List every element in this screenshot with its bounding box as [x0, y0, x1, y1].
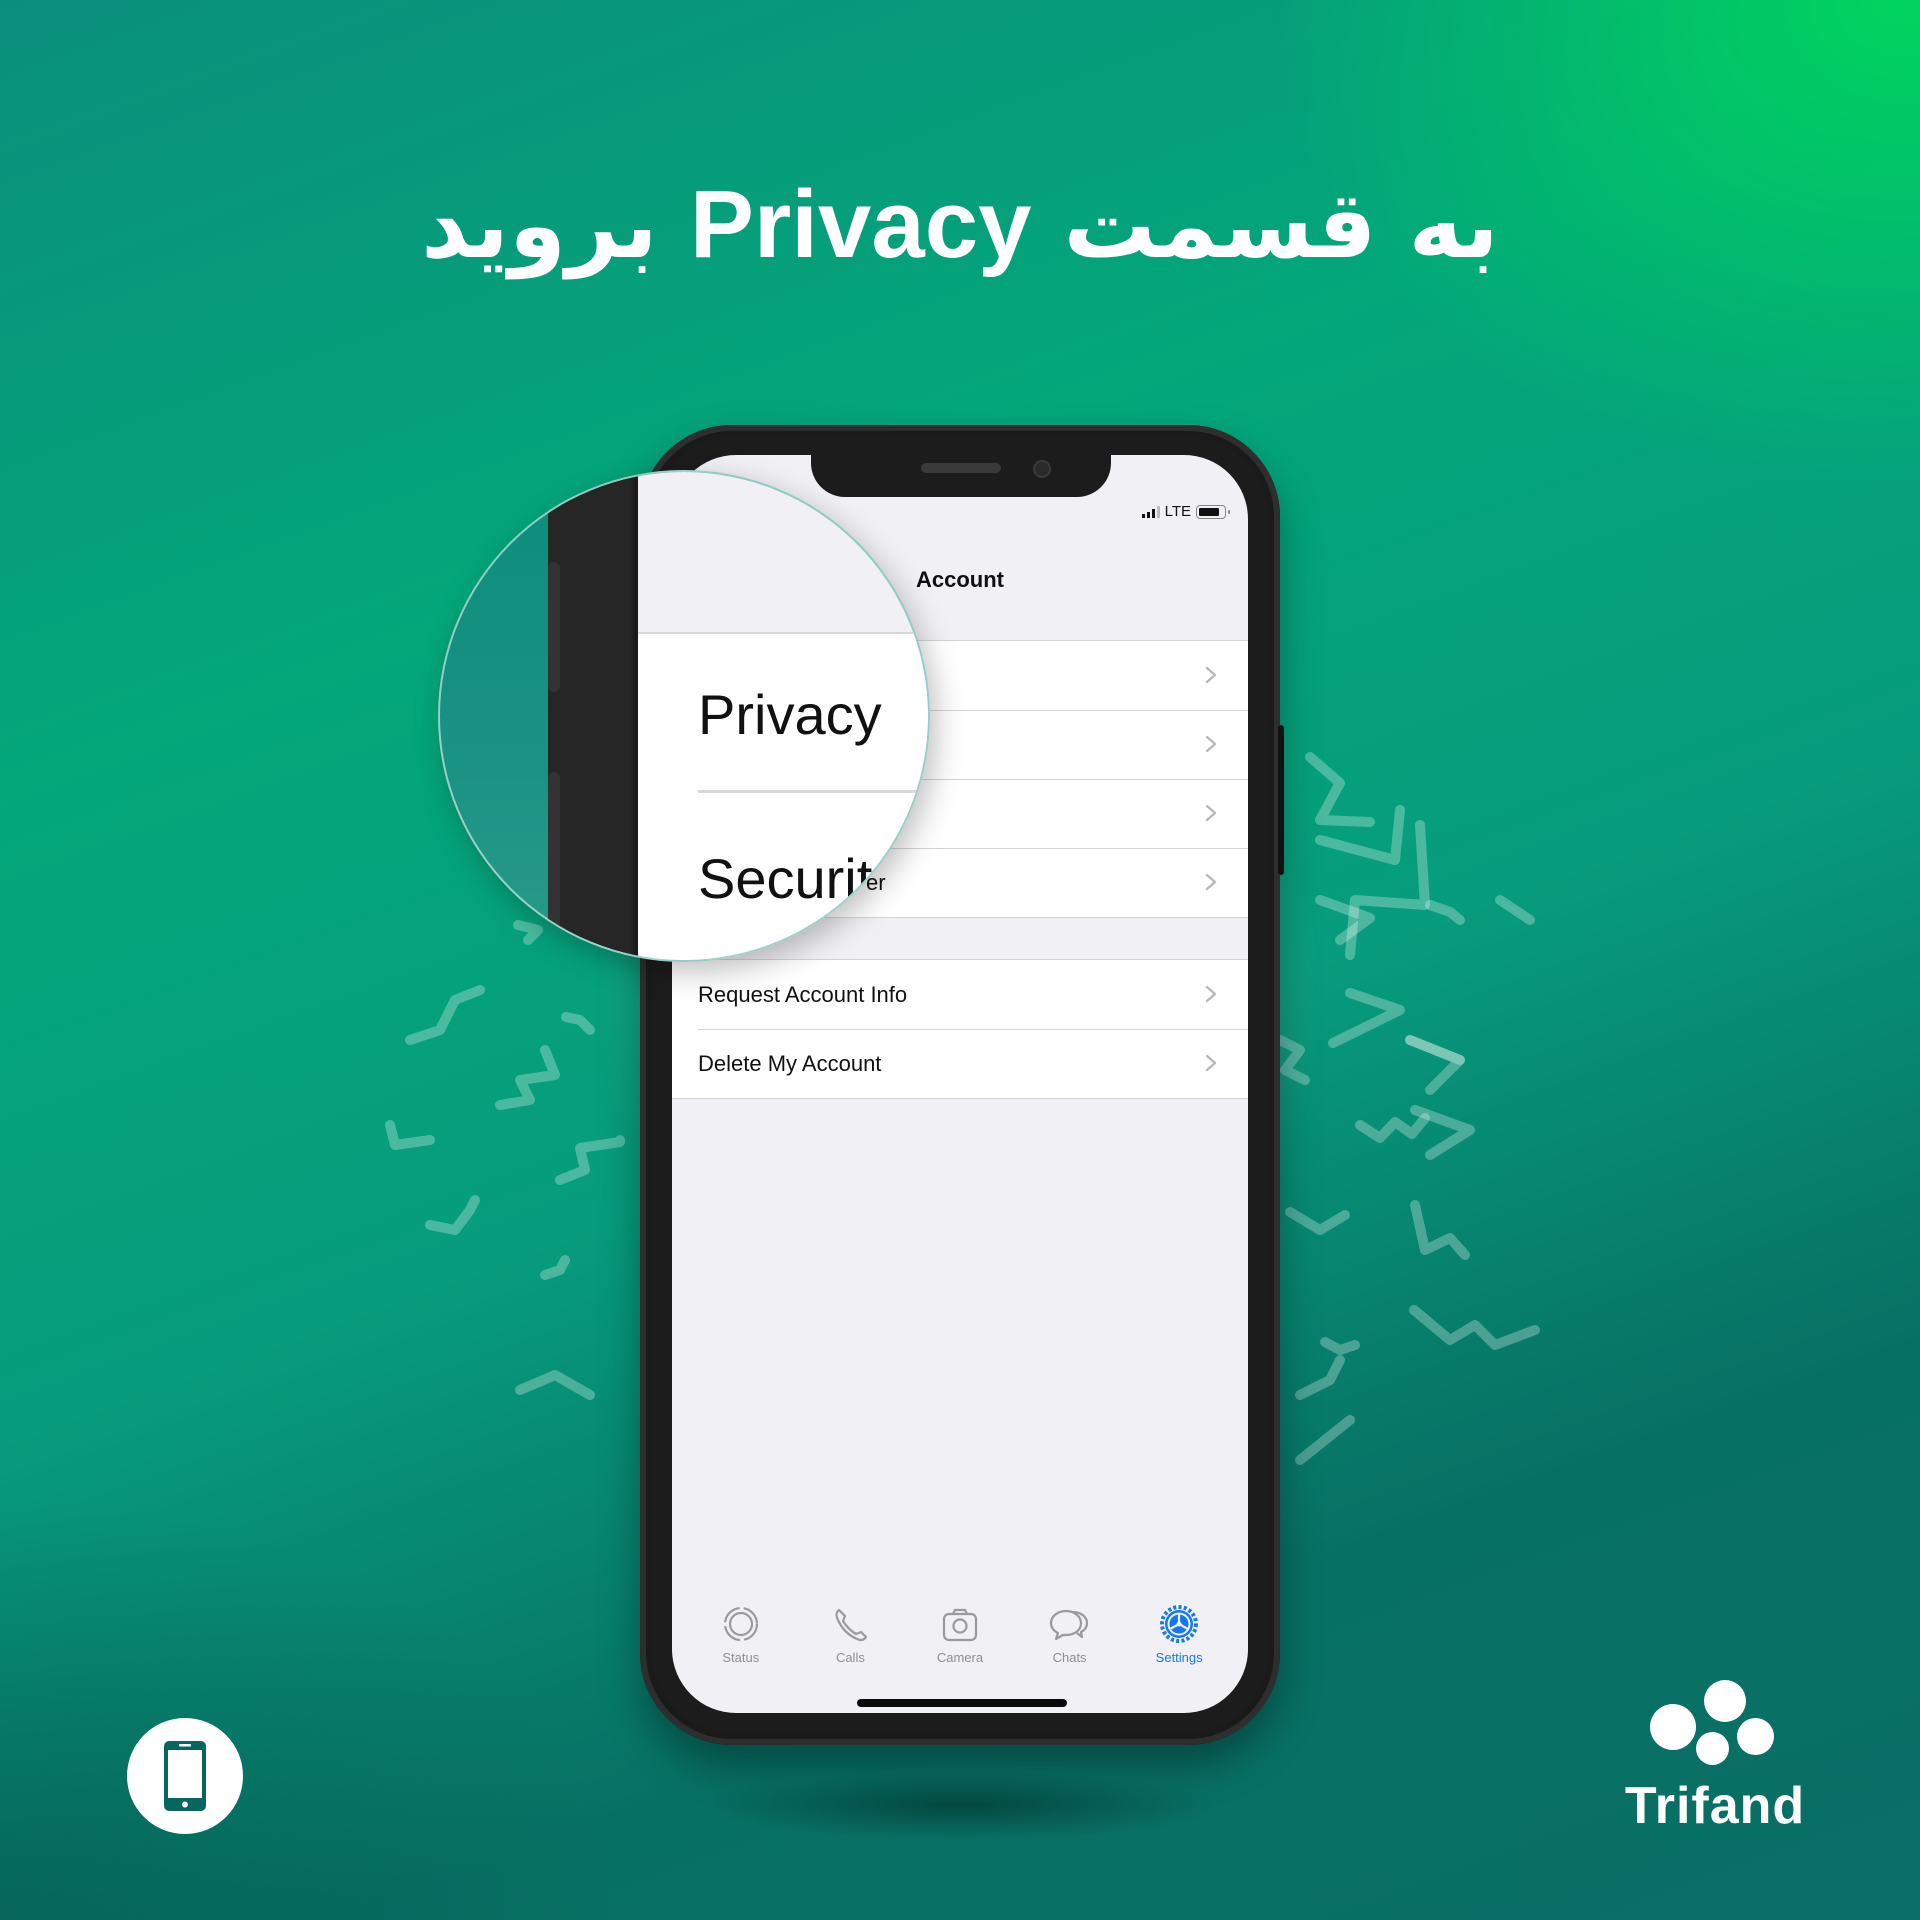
- camera-icon: [942, 1608, 978, 1642]
- tab-camera[interactable]: Camera: [910, 1602, 1010, 1665]
- brand-logo: Trifand: [1610, 1680, 1820, 1836]
- chevron-right-icon: [1205, 804, 1217, 822]
- list-item-request-account-info[interactable]: Request Account Info: [672, 960, 1248, 1029]
- magnified-side-button: [548, 562, 560, 692]
- brand-name: Trifand: [1624, 1777, 1806, 1835]
- tab-label: Camera: [936, 1650, 984, 1665]
- phone-power-button: [1278, 725, 1284, 875]
- chevron-right-icon: [1205, 873, 1217, 891]
- account-data-group: Request Account Info Delete My Account: [672, 959, 1248, 1099]
- headline: به قسمت Privacy بروید: [0, 170, 1920, 280]
- list-item-delete-my-account[interactable]: Delete My Account: [672, 1029, 1248, 1098]
- home-indicator: [857, 1699, 1067, 1707]
- chevron-right-icon: [1205, 985, 1217, 1003]
- tab-calls[interactable]: Calls: [800, 1602, 900, 1665]
- chevron-right-icon: [1205, 1054, 1217, 1072]
- signal-icon: [1141, 505, 1160, 518]
- tab-label: Status: [722, 1650, 760, 1665]
- chat-bubbles-icon: [1049, 1609, 1088, 1641]
- magnified-security-label: Securit: [698, 847, 873, 910]
- magnified-side-button: [548, 772, 560, 960]
- tab-chats[interactable]: Chats: [1020, 1602, 1120, 1665]
- front-camera: [1033, 460, 1051, 478]
- headline-prefix: به قسمت: [1063, 172, 1499, 279]
- chevron-right-icon: [1205, 666, 1217, 684]
- tab-label: Calls: [835, 1650, 865, 1665]
- list-item-label: Delete My Account: [698, 1050, 882, 1076]
- status-icon: [723, 1606, 758, 1642]
- magnified-privacy-label: Privacy: [698, 683, 882, 746]
- battery-icon: [1196, 504, 1230, 519]
- tab-label: Settings: [1155, 1650, 1203, 1665]
- tab-label: Chats: [1052, 1650, 1087, 1665]
- phone-shadow: [700, 1770, 1220, 1840]
- list-item-label: Request Account Info: [698, 981, 908, 1007]
- status-bar: LTE: [1141, 503, 1230, 520]
- magnified-phone-frame: [548, 472, 640, 960]
- tab-settings[interactable]: Settings: [1129, 1602, 1229, 1665]
- chevron-right-icon: [1205, 735, 1217, 753]
- magnified-list: Privacy Securit: [638, 632, 928, 960]
- magnified-separator: [698, 790, 928, 793]
- magnified-screen: Privacy Securit: [638, 472, 928, 960]
- phone-call-icon: [835, 1608, 868, 1642]
- tab-status[interactable]: Status: [691, 1602, 791, 1665]
- trifand-logo-icon: [1650, 1680, 1780, 1770]
- smartphone-icon: [164, 1741, 206, 1811]
- magnifier-lens: Privacy Securit: [438, 470, 930, 962]
- headline-keyword: Privacy: [689, 171, 1032, 278]
- phone-badge: [127, 1718, 243, 1834]
- tab-bar: Status Calls Camera Chats Settings: [672, 1602, 1248, 1665]
- settings-gear-icon: [1160, 1605, 1199, 1643]
- headline-suffix: بروید: [421, 172, 658, 279]
- speaker-grille: [921, 463, 1001, 473]
- network-type: LTE: [1164, 503, 1191, 520]
